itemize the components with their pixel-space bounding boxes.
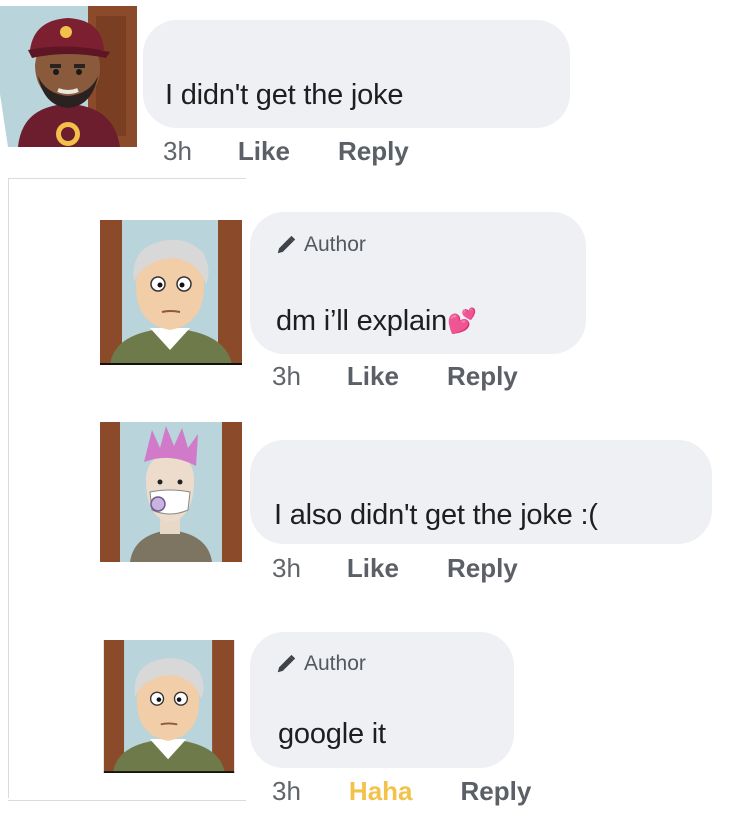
comment-time-2: 3h [272, 361, 301, 391]
thread-divider-top [8, 178, 246, 179]
two-hearts-emoji-icon: 💕 [447, 307, 477, 335]
comment-time-3: 3h [272, 553, 301, 583]
avatar-pink-hair-image [100, 422, 242, 562]
comment-actions-3: 3h Like Reply [272, 553, 518, 584]
comment-text-2: dm i’ll explain 💕 [276, 303, 477, 339]
avatar-commenter-2[interactable] [100, 422, 242, 562]
pencil-icon [277, 654, 296, 673]
reply-button-2[interactable]: Reply [447, 361, 518, 392]
reply-button-3[interactable]: Reply [447, 553, 518, 584]
comment-text-4: google it [278, 717, 386, 750]
comment-time-4: 3h [272, 776, 301, 806]
pencil-icon [277, 235, 296, 254]
comment-actions-2: 3h Like Reply [272, 361, 518, 392]
comment-actions-4: 3h Haha Reply [272, 776, 531, 807]
like-button-3[interactable]: Like [347, 553, 399, 584]
comment-text-1: I didn't get the joke [165, 78, 404, 111]
author-badge-2: Author [275, 233, 366, 257]
avatar-commenter-1[interactable] [0, 6, 137, 147]
thread-divider-bottom [8, 800, 246, 801]
author-badge-label-4: Author [304, 652, 366, 675]
like-button-1[interactable]: Like [238, 136, 290, 167]
reply-button-1[interactable]: Reply [338, 136, 409, 167]
avatar-old-man-image [103, 640, 235, 773]
reply-button-4[interactable]: Reply [461, 776, 532, 807]
avatar-cap-man-image [0, 6, 137, 147]
like-button-2[interactable]: Like [347, 361, 399, 392]
comment-time-1: 3h [163, 136, 192, 166]
avatar-author-1[interactable] [100, 220, 242, 365]
comment-text-2-body: dm i’ll explain [276, 304, 448, 337]
avatar-author-2[interactable] [102, 640, 236, 773]
thread-divider-left [8, 178, 9, 798]
avatar-old-man-image [100, 220, 242, 365]
comment-text-3: I also didn't get the joke :( [274, 498, 598, 531]
author-badge-4: Author [275, 652, 366, 676]
comment-actions-1: 3h Like Reply [163, 136, 409, 167]
author-badge-label-2: Author [304, 233, 366, 256]
haha-reaction-button-4[interactable]: Haha [349, 776, 413, 807]
